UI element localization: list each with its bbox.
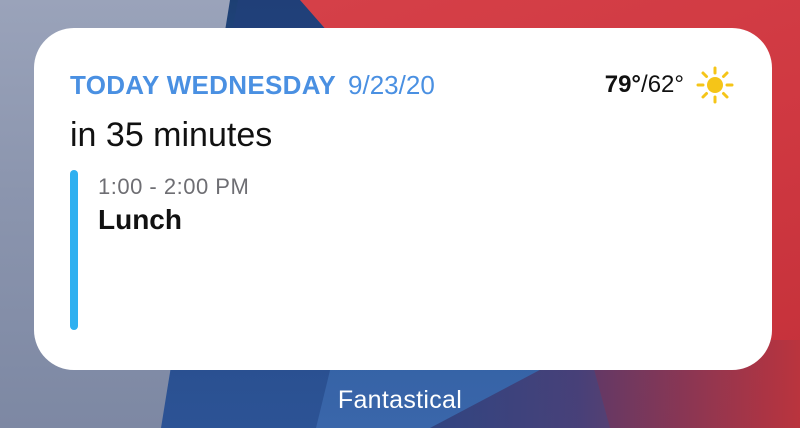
countdown-text: in 35 minutes [70, 116, 273, 154]
temperature-high: 79° [604, 71, 642, 98]
date-label: 9/23/20 [348, 70, 435, 100]
sun-icon [696, 66, 734, 104]
temperature-low: 62° [647, 71, 684, 98]
day-label: TODAY WEDNESDAY [70, 70, 337, 100]
temperature-separator: / [641, 71, 648, 98]
event-title: Lunch [98, 204, 182, 235]
widget-header: TODAY WEDNESDAY 9/23/20 [70, 70, 435, 101]
calendar-color-bar [70, 170, 78, 330]
event-item[interactable]: 1:00 - 2:00 PM Lunch [70, 170, 470, 330]
weather: 79° / 62° [605, 66, 734, 104]
fantastical-widget[interactable]: TODAY WEDNESDAY 9/23/20 79° / 62° in 35 … [34, 28, 772, 370]
event-time: 1:00 - 2:00 PM [98, 174, 250, 199]
widget-app-label: Fantastical [337, 386, 463, 414]
